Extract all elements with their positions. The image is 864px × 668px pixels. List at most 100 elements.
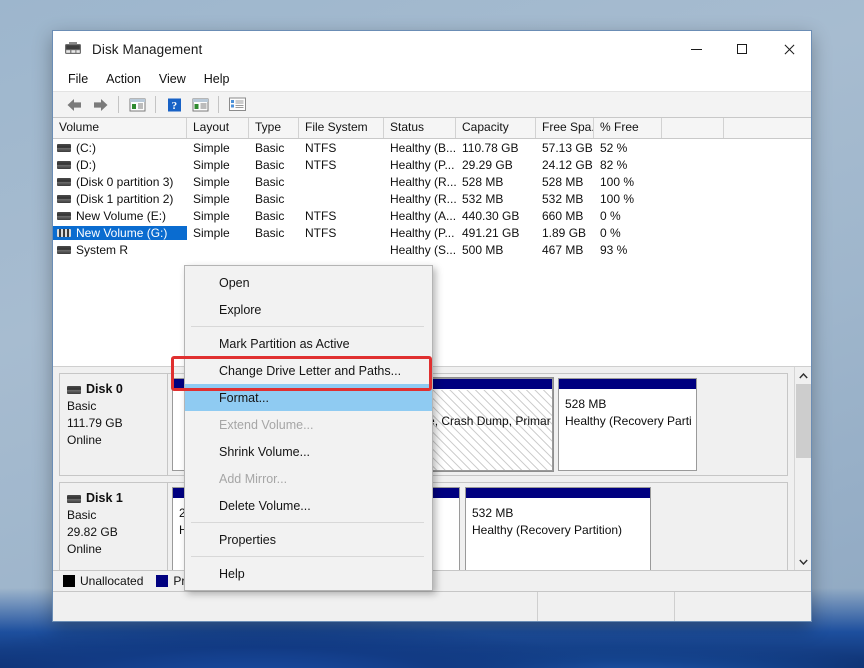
partition-color-bar bbox=[466, 488, 650, 499]
volume-cell-capacity: 440.30 GB bbox=[462, 208, 520, 223]
volume-cell-layout: Simple bbox=[193, 191, 230, 206]
volume-cell-free-space: 1.89 GB bbox=[542, 225, 587, 240]
show-hide-console-tree-button[interactable] bbox=[124, 94, 150, 116]
volume-cell-layout: Simple bbox=[193, 174, 230, 189]
volume-cell-status: Healthy (B... bbox=[390, 140, 456, 155]
properties-icon bbox=[228, 97, 246, 111]
back-icon bbox=[67, 98, 81, 111]
context-menu-item-help[interactable]: Help bbox=[185, 560, 432, 587]
context-menu-item-change-drive-letter-and-paths[interactable]: Change Drive Letter and Paths... bbox=[185, 357, 432, 384]
disk-size-label: 111.79 GB bbox=[67, 416, 123, 430]
window-controls bbox=[673, 31, 811, 67]
context-menu-item-extend-volume: Extend Volume... bbox=[219, 417, 314, 432]
disk-name-label: Disk 0 bbox=[86, 382, 123, 396]
drive-icon bbox=[57, 245, 71, 254]
show-action-pane-icon bbox=[192, 98, 208, 111]
disk-info-panel[interactable]: Disk 0 Basic 111.79 GB Online bbox=[60, 374, 168, 475]
volume-row[interactable]: New Volume (G:) Simple Basic NTFS Healthy (P… bbox=[53, 224, 811, 241]
scroll-up-arrow-icon[interactable] bbox=[795, 367, 812, 384]
scroll-down-arrow-icon[interactable] bbox=[795, 553, 812, 570]
volume-cell-free-space: 660 MB bbox=[542, 208, 584, 223]
volume-cell-percent-free: 100 % bbox=[600, 174, 635, 189]
minimize-button[interactable] bbox=[673, 31, 719, 67]
volume-cell-layout: Simple bbox=[193, 140, 230, 155]
column-header-volume[interactable]: Volume bbox=[53, 118, 187, 138]
status-bar-segment bbox=[674, 592, 811, 621]
show-action-pane-button[interactable] bbox=[187, 94, 213, 116]
toolbar: ? bbox=[53, 92, 811, 118]
volume-row[interactable]: (C:) Simple Basic NTFS Healthy (B... 110.78 G… bbox=[53, 139, 811, 156]
help-icon: ? bbox=[167, 98, 181, 112]
partition-block[interactable]: 532 MB Healthy (Recovery Partition) bbox=[465, 487, 651, 570]
disk-type-label: Basic bbox=[67, 399, 97, 413]
volume-cell-status: Healthy (P... bbox=[390, 225, 455, 240]
maximize-button[interactable] bbox=[719, 31, 765, 67]
menu-file[interactable]: File bbox=[59, 69, 97, 89]
context-menu-item-format[interactable]: Format... bbox=[185, 384, 432, 411]
volume-row[interactable]: System R Healthy (S... 500 MB 467 MB 93 % bbox=[53, 241, 811, 258]
column-header-type[interactable]: Type bbox=[249, 118, 299, 138]
volume-row[interactable]: (D:) Simple Basic NTFS Healthy (P... 29.29 GB… bbox=[53, 156, 811, 173]
graphic-pane-scrollbar[interactable] bbox=[794, 367, 811, 570]
volume-row[interactable]: (Disk 0 partition 3) Simple Basic Healthy (… bbox=[53, 173, 811, 190]
volume-cell-capacity: 110.78 GB bbox=[462, 140, 519, 155]
volume-row[interactable]: New Volume (E:) Simple Basic NTFS Healthy (A… bbox=[53, 207, 811, 224]
volume-cell-free-space: 467 MB bbox=[542, 242, 584, 257]
volume-name-label: New Volume (E:) bbox=[76, 208, 167, 223]
volume-cell-volume: (Disk 1 partition 2) bbox=[53, 192, 187, 206]
column-header-layout[interactable]: Layout bbox=[187, 118, 249, 138]
volume-row[interactable]: (Disk 1 partition 2) Simple Basic Healthy (… bbox=[53, 190, 811, 207]
menu-view[interactable]: View bbox=[150, 69, 195, 89]
context-menu-item-mark-partition-as-active[interactable]: Mark Partition as Active bbox=[185, 330, 432, 357]
volume-cell-file-system: NTFS bbox=[305, 208, 337, 223]
column-header-capacity[interactable]: Capacity bbox=[456, 118, 536, 138]
legend-swatch bbox=[63, 575, 75, 587]
back-button[interactable] bbox=[61, 94, 87, 116]
volume-cell-free-space: 24.12 GB bbox=[542, 157, 593, 172]
drive-icon bbox=[57, 177, 71, 186]
volume-cell-free-space: 528 MB bbox=[542, 174, 584, 189]
partition-size-label: 528 MB bbox=[565, 397, 607, 411]
volume-cell-status: Healthy (R... bbox=[390, 174, 456, 189]
context-menu-item-shrink-volume[interactable]: Shrink Volume... bbox=[185, 438, 432, 465]
volume-cell-status: Healthy (P... bbox=[390, 157, 455, 172]
volume-cell-percent-free: 52 % bbox=[600, 140, 628, 155]
help-button[interactable]: ? bbox=[161, 94, 187, 116]
volume-cell-volume: (Disk 0 partition 3) bbox=[53, 175, 187, 189]
context-menu-item-open[interactable]: Open bbox=[185, 269, 432, 296]
properties-button[interactable] bbox=[224, 94, 250, 116]
scrollbar-thumb[interactable] bbox=[795, 384, 811, 458]
column-header-blank[interactable] bbox=[662, 118, 724, 138]
close-button[interactable] bbox=[765, 31, 811, 67]
volume-cell-volume: (D:) bbox=[53, 158, 187, 172]
volume-cell-volume: New Volume (E:) bbox=[53, 209, 187, 223]
forward-button[interactable] bbox=[87, 94, 113, 116]
menu-action[interactable]: Action bbox=[97, 69, 150, 89]
column-header-status[interactable]: Status bbox=[384, 118, 456, 138]
volume-cell-percent-free: 0 % bbox=[600, 225, 621, 240]
volume-context-menu: Open Explore Mark Partition as Active Chang… bbox=[184, 265, 433, 591]
volume-cell-volume: New Volume (G:) bbox=[53, 225, 187, 240]
svg-text:?: ? bbox=[171, 100, 177, 112]
column-header-free-spa[interactable]: Free Spa... bbox=[536, 118, 594, 138]
partition-details: 528 MB Healthy (Recovery Parti bbox=[559, 390, 696, 470]
partition-details: 532 MB Healthy (Recovery Partition) bbox=[466, 499, 650, 570]
context-menu-item-properties[interactable]: Properties bbox=[185, 526, 432, 553]
volume-cell-file-system: NTFS bbox=[305, 225, 337, 240]
context-menu-item-delete-volume[interactable]: Delete Volume... bbox=[185, 492, 432, 519]
column-header-file-system[interactable]: File System bbox=[299, 118, 384, 138]
context-menu-item-explore[interactable]: Explore bbox=[185, 296, 432, 323]
volume-cell-layout: Simple bbox=[193, 157, 230, 172]
volume-cell-capacity: 491.21 GB bbox=[462, 225, 520, 240]
column-header--free[interactable]: % Free bbox=[594, 118, 662, 138]
partition-block[interactable]: 528 MB Healthy (Recovery Parti bbox=[558, 378, 697, 471]
legend-swatch bbox=[156, 575, 169, 587]
close-icon bbox=[783, 44, 794, 55]
scrollbar-track[interactable] bbox=[794, 384, 811, 553]
show-hide-console-tree-icon bbox=[129, 98, 145, 111]
menu-help[interactable]: Help bbox=[195, 69, 239, 89]
disk-info-panel[interactable]: Disk 1 Basic 29.82 GB Online bbox=[60, 483, 168, 570]
drive-icon bbox=[57, 194, 71, 203]
forward-icon bbox=[93, 98, 107, 111]
volume-cell-type: Basic bbox=[255, 225, 285, 240]
